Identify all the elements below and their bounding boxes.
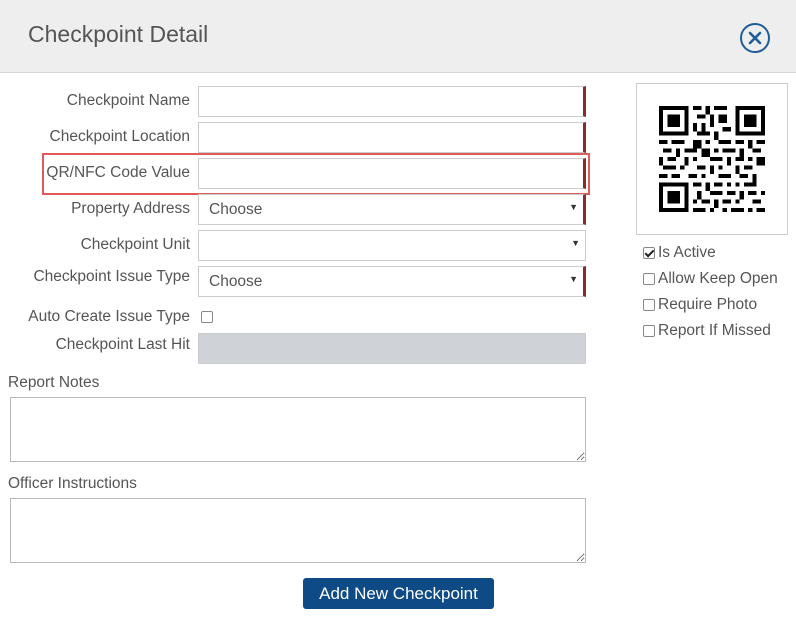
auto-create-issue-type-label: Auto Create Issue Type [28, 308, 190, 325]
checkpoint-issue-type-selected: Choose [209, 273, 263, 290]
report-notes-textarea[interactable] [10, 397, 586, 462]
checkpoint-name-label: Checkpoint Name [66, 92, 190, 109]
close-button[interactable] [740, 23, 770, 53]
checkpoint-issue-type-label: Checkpoint Issue Type [33, 268, 190, 285]
report-notes-label: Report Notes [8, 374, 100, 391]
checkpoint-unit-select[interactable]: ▼ [198, 230, 586, 261]
add-new-checkpoint-button[interactable]: Add New Checkpoint [303, 578, 494, 609]
officer-instructions-textarea[interactable] [10, 498, 586, 563]
require-photo-checkbox[interactable] [643, 299, 655, 311]
checkpoint-name-input[interactable] [198, 86, 586, 117]
property-address-label: Property Address [71, 200, 190, 217]
officer-instructions-label: Officer Instructions [8, 475, 137, 492]
dialog-title: Checkpoint Detail [28, 21, 209, 47]
checkpoint-unit-label: Checkpoint Unit [80, 236, 190, 253]
report-if-missed-label: Report If Missed [658, 322, 771, 339]
checkpoint-location-input[interactable] [198, 122, 586, 153]
dialog-header: Checkpoint Detail [0, 0, 796, 73]
checkpoint-issue-type-select[interactable]: Choose ▼ [198, 266, 586, 297]
chevron-down-icon: ▼ [569, 202, 578, 212]
qr-code-icon [659, 106, 765, 212]
chevron-down-icon: ▼ [571, 238, 580, 248]
report-if-missed-checkbox[interactable] [643, 325, 655, 337]
property-address-selected: Choose [209, 201, 263, 218]
qr-nfc-code-input[interactable] [198, 158, 586, 189]
checkpoint-last-hit-label: Checkpoint Last Hit [55, 336, 190, 353]
is-active-label: Is Active [658, 244, 716, 261]
close-icon [748, 31, 762, 45]
qr-code-panel [636, 83, 788, 235]
property-address-select[interactable]: Choose ▼ [198, 194, 586, 225]
qr-nfc-code-label: QR/NFC Code Value [46, 164, 190, 181]
checkpoint-last-hit-input [198, 333, 586, 364]
chevron-down-icon: ▼ [569, 274, 578, 284]
checkpoint-location-label: Checkpoint Location [49, 128, 190, 145]
is-active-checkbox[interactable] [643, 247, 655, 259]
auto-create-issue-type-checkbox[interactable] [201, 311, 213, 323]
allow-keep-open-checkbox[interactable] [643, 273, 655, 285]
require-photo-label: Require Photo [658, 296, 758, 313]
allow-keep-open-label: Allow Keep Open [658, 270, 778, 287]
